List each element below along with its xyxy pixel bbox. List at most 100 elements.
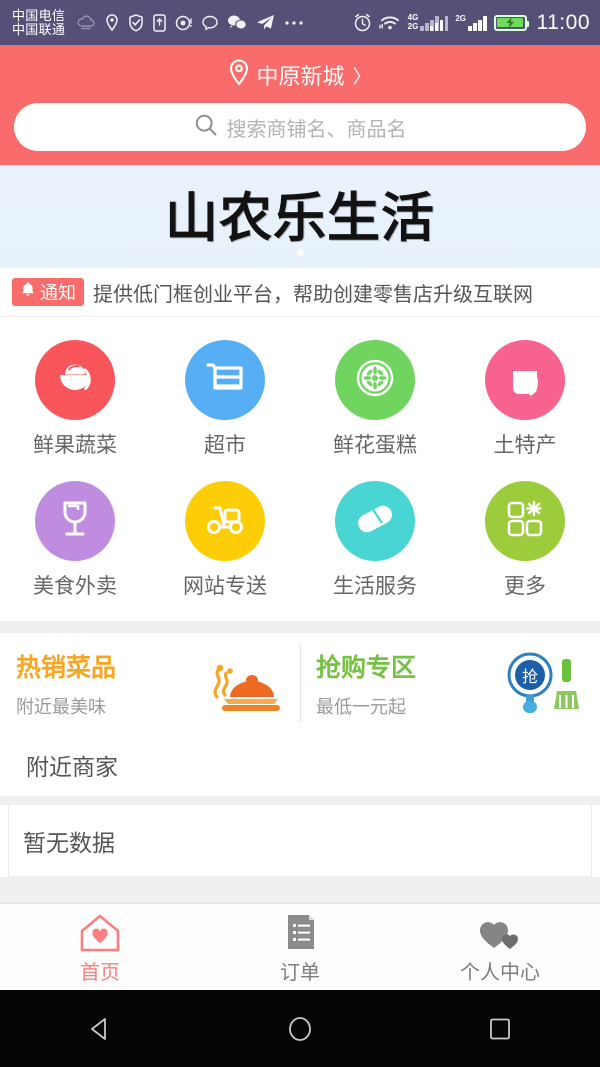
category-label: 超市 xyxy=(204,434,246,457)
content-spacer xyxy=(0,877,600,903)
screen-record-icon xyxy=(175,14,193,32)
network-type-sim1: 4G 2G xyxy=(407,13,419,31)
category-label: 美食外卖 xyxy=(33,575,117,598)
category-item-fruit-veg[interactable]: 鲜果蔬菜 xyxy=(0,331,150,472)
promo-title: 抢购专区 xyxy=(316,654,417,682)
category-item-flower-cake[interactable]: 鲜花蛋糕 xyxy=(300,331,450,472)
promo-card-hot-dishes[interactable]: 热销菜品 附近最美味 xyxy=(0,633,300,734)
wechat-icon xyxy=(227,14,248,31)
more-dots-icon xyxy=(284,20,304,26)
promo-card-row: 热销菜品 附近最美味 抢购专区 最低一元起 抢 xyxy=(0,633,600,734)
category-row-2: 美食外卖 网站专送 生活服务 更多 xyxy=(0,472,600,613)
notice-badge: 通知 xyxy=(12,278,84,306)
home-heart-icon xyxy=(77,909,123,953)
category-item-specialty[interactable]: 土特产 xyxy=(450,331,600,472)
signal-sim1: 4G 2G xyxy=(407,13,449,31)
location-pin-icon xyxy=(105,13,119,32)
section-divider xyxy=(0,621,600,633)
promo-text: 抢购专区 最低一元起 xyxy=(316,648,498,719)
category-label: 鲜果蔬菜 xyxy=(33,434,117,457)
bell-icon xyxy=(20,281,36,303)
capsule-pill-icon xyxy=(352,498,398,545)
promo-banner-carousel[interactable]: 山农乐生活 xyxy=(0,165,600,268)
carousel-dots[interactable] xyxy=(0,249,600,256)
promo-text: 热销菜品 附近最美味 xyxy=(16,648,198,719)
category-item-life-service[interactable]: 生活服务 xyxy=(300,472,450,613)
promo-title: 热销菜品 xyxy=(16,654,117,682)
message-bubble-icon xyxy=(202,15,218,31)
category-icon-bg xyxy=(335,481,415,561)
category-label: 网站专送 xyxy=(183,575,267,598)
network-2g-label-2: 2G xyxy=(455,13,466,23)
signal-bars-sim2 xyxy=(468,15,487,31)
notice-bar[interactable]: 通知 提供低门框创业平台，帮助创建零售店升级互联网 xyxy=(0,268,600,317)
carrier-line-2: 中国联通 xyxy=(12,21,66,37)
category-row-1: 鲜果蔬菜 超市 鲜花蛋糕 土特产 xyxy=(0,331,600,472)
category-label: 鲜花蛋糕 xyxy=(333,434,417,457)
order-list-icon xyxy=(279,909,321,953)
category-label: 土特产 xyxy=(493,434,557,457)
home-circle-icon[interactable] xyxy=(265,1004,335,1054)
carousel-dot[interactable] xyxy=(296,249,304,256)
promo-card-flash-sale[interactable]: 抢购专区 最低一元起 抢 xyxy=(300,633,600,734)
location-pin-icon xyxy=(228,58,250,92)
nearby-section-title: 附近商家 xyxy=(26,754,118,780)
wine-glass-icon xyxy=(54,497,96,546)
carrier-line-1: 中国电信 xyxy=(12,7,66,23)
category-item-supermarket[interactable]: 超市 xyxy=(150,331,300,472)
category-item-site-delivery[interactable]: 网站专送 xyxy=(150,472,300,613)
tab-label: 首页 xyxy=(80,962,120,984)
shield-check-icon xyxy=(128,13,144,32)
clock-label: 11:00 xyxy=(536,10,590,34)
category-icon-bg xyxy=(185,340,265,420)
category-item-more[interactable]: 更多 xyxy=(450,472,600,613)
chevron-right-icon: 〉 xyxy=(352,66,372,88)
banner-logo-text: 山农乐生活 xyxy=(165,187,435,249)
tab-home[interactable]: 首页 xyxy=(0,904,200,990)
recents-square-icon[interactable] xyxy=(465,1004,535,1054)
status-right-tray: 4G 2G 2G 11:00 xyxy=(353,11,590,35)
back-triangle-icon[interactable] xyxy=(65,1004,135,1054)
carrier-label: 中国电信 中国联通 xyxy=(12,9,65,36)
delivery-scooter-icon xyxy=(202,499,248,544)
network-type-sim2: 2G xyxy=(455,13,466,23)
notice-badge-label: 通知 xyxy=(40,283,76,303)
wifi-icon xyxy=(378,14,401,31)
magnifier-grab-icon: 抢 xyxy=(498,648,586,720)
phone-screen: 中国电信 中国联通 4G 2G 2G 11:00 中原新城 〉 搜索商铺名、商品… xyxy=(0,0,600,1067)
gift-bag-icon xyxy=(503,356,547,405)
status-bar: 中国电信 中国联通 4G 2G 2G 11:00 xyxy=(0,0,600,45)
shopping-cart-icon xyxy=(202,357,248,404)
status-icon-tray xyxy=(76,13,345,32)
search-placeholder: 搜索商铺名、商品名 xyxy=(226,118,407,141)
sdcard-icon xyxy=(153,13,166,32)
category-item-food-delivery[interactable]: 美食外卖 xyxy=(0,472,150,613)
alarm-clock-icon xyxy=(353,13,372,32)
nearby-divider xyxy=(0,796,600,805)
location-selector[interactable]: 中原新城 〉 xyxy=(0,53,600,97)
tab-profile[interactable]: 个人中心 xyxy=(400,904,600,990)
food-cloche-icon xyxy=(198,648,286,720)
category-icon-bg xyxy=(485,481,565,561)
app-header: 中原新城 〉 搜索商铺名、商品名 xyxy=(0,45,600,165)
svg-text:抢: 抢 xyxy=(522,668,538,686)
location-label: 中原新城 xyxy=(256,64,345,89)
flower-bloom-icon xyxy=(352,355,398,406)
nearby-empty-card: 暂无数据 xyxy=(8,805,592,877)
tab-label: 个人中心 xyxy=(460,962,540,984)
tab-orders[interactable]: 订单 xyxy=(200,904,400,990)
fruit-bowl-icon xyxy=(52,357,98,404)
promo-subtitle: 最低一元起 xyxy=(316,697,406,717)
tab-label: 订单 xyxy=(280,962,320,984)
signal-bars-sim1 xyxy=(429,15,449,31)
battery-fill xyxy=(497,17,523,28)
signal-sim2: 2G xyxy=(455,13,487,31)
category-icon-bg xyxy=(35,340,115,420)
telegram-send-icon xyxy=(256,14,275,31)
android-navigation-bar xyxy=(0,990,600,1067)
category-icon-bg xyxy=(485,340,565,420)
network-2g-label: 2G xyxy=(407,21,419,31)
search-input[interactable]: 搜索商铺名、商品名 xyxy=(14,103,586,151)
promo-subtitle: 附近最美味 xyxy=(16,697,106,717)
category-grid: 鲜果蔬菜 超市 鲜花蛋糕 土特产 美食外卖 网站专送 生活服务 更多 xyxy=(0,317,600,621)
